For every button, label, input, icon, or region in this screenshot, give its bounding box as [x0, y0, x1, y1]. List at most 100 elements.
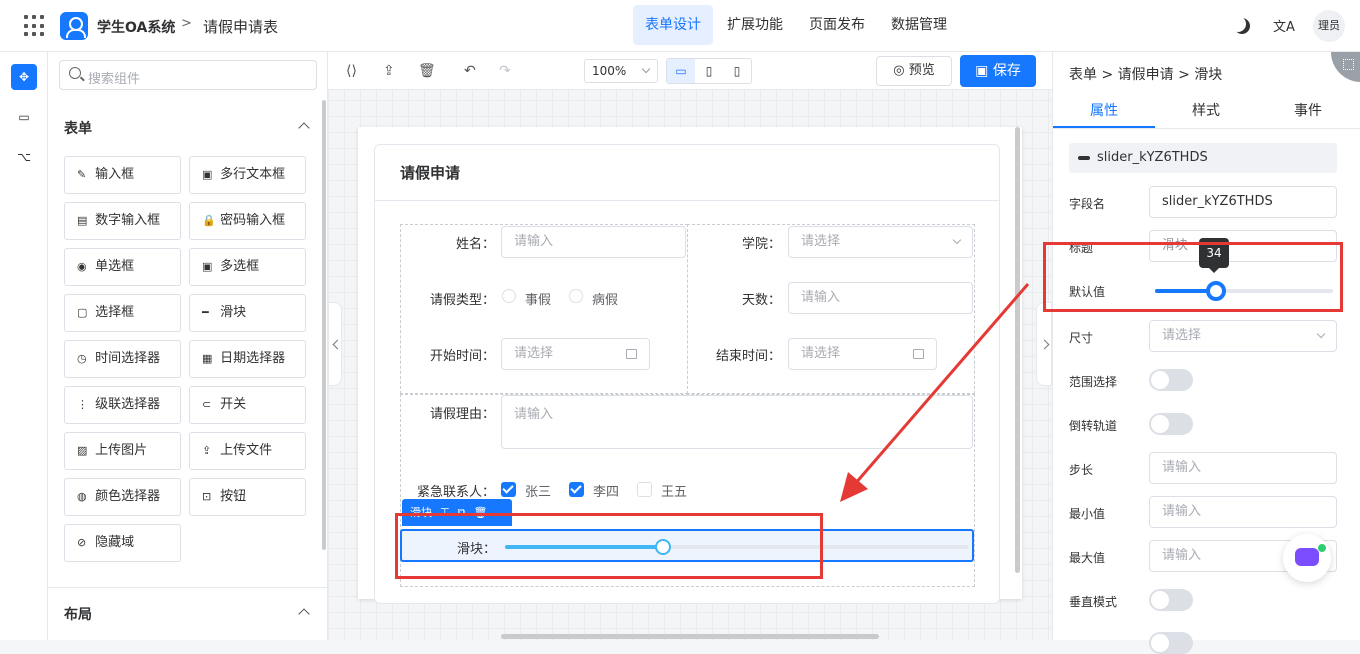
- vertical-toggle[interactable]: [1149, 589, 1193, 611]
- assistant-bot-icon[interactable]: [1283, 534, 1331, 582]
- tab-events[interactable]: 事件: [1257, 100, 1359, 120]
- checkbox-wangwu[interactable]: [637, 482, 652, 497]
- chevron-up-icon[interactable]: [298, 608, 310, 620]
- reason-textarea[interactable]: 请输入: [501, 395, 973, 449]
- palette-scrollbar[interactable]: [322, 100, 326, 550]
- next-toggle[interactable]: [1149, 632, 1193, 654]
- component-date-picker[interactable]: ▦ 日期选择器: [189, 340, 306, 378]
- export-icon[interactable]: ⇪: [383, 63, 395, 79]
- page-title: 请假申请表: [203, 18, 279, 36]
- component-textarea[interactable]: ▣ 多行文本框: [189, 156, 306, 194]
- component-select[interactable]: ▢ 选择框: [64, 294, 181, 332]
- chevron-up-icon[interactable]: [298, 122, 310, 134]
- section-layout-title[interactable]: 布局: [64, 604, 92, 624]
- zoom-select[interactable]: 100%: [584, 59, 658, 83]
- min-input[interactable]: 请输入: [1149, 496, 1337, 528]
- checkbox-zhangsan[interactable]: [501, 482, 516, 497]
- avatar[interactable]: 理员: [1313, 10, 1345, 42]
- college-select[interactable]: 请选择: [788, 226, 973, 258]
- end-date-picker[interactable]: 请选择: [788, 338, 937, 370]
- nav-form-design[interactable]: 表单设计: [633, 5, 713, 45]
- min-label: 最小值: [1069, 507, 1106, 521]
- name-input[interactable]: 请输入: [501, 226, 686, 258]
- code-icon[interactable]: ⟨⟩: [346, 63, 357, 79]
- component-radio[interactable]: ◉ 单选框: [64, 248, 181, 286]
- days-label: 天数：: [741, 293, 781, 308]
- component-switch[interactable]: ⊂ 开关: [189, 386, 306, 424]
- save-button[interactable]: ▣ 保存: [960, 55, 1036, 87]
- props-breadcrumb: 表单 > 请假申请 > 滑块: [1069, 67, 1223, 83]
- mobile-icon[interactable]: ▯: [723, 59, 751, 83]
- component-color-picker[interactable]: ◍ 颜色选择器: [64, 478, 181, 516]
- calendar-icon: [913, 349, 924, 359]
- upload-icon: ⇪: [202, 444, 212, 457]
- component-number[interactable]: ▤ 数字输入框: [64, 202, 181, 240]
- checkbox-wangwu-label: 王五: [661, 485, 688, 500]
- desktop-icon[interactable]: ▭: [667, 59, 695, 83]
- component-upload-file[interactable]: ⇪ 上传文件: [189, 432, 306, 470]
- app-logo: [60, 12, 88, 40]
- component-cascader[interactable]: ⋮ 级联选择器: [64, 386, 181, 424]
- app-grid-icon[interactable]: [24, 15, 46, 37]
- collapse-right-handle[interactable]: [1036, 302, 1052, 386]
- undo-icon[interactable]: ↶: [464, 63, 476, 79]
- range-toggle[interactable]: [1149, 369, 1193, 391]
- start-date-picker[interactable]: 请选择: [501, 338, 650, 370]
- reason-label: 请假理由：: [429, 407, 495, 422]
- component-checkbox[interactable]: ▣ 多选框: [189, 248, 306, 286]
- canvas-hscrollbar[interactable]: [501, 634, 879, 639]
- component-palette: 搜索组件 表单 ✎ 输入框 ▣ 多行文本框 ▤ 数字输入框 🔒 密码输入框 ◉ …: [48, 52, 328, 640]
- component-button[interactable]: ⊡ 按钮: [189, 478, 306, 516]
- vertical-label: 垂直模式: [1069, 595, 1118, 609]
- field-name-label: 字段名: [1069, 197, 1106, 211]
- divider: [48, 587, 328, 588]
- save-icon: ▣: [975, 63, 989, 79]
- divider: [375, 200, 999, 201]
- step-input[interactable]: 请输入: [1149, 452, 1337, 484]
- section-form-title[interactable]: 表单: [64, 118, 92, 138]
- tab-style[interactable]: 样式: [1155, 100, 1257, 120]
- end-time-label: 结束时间：: [715, 349, 781, 364]
- radio-sick[interactable]: [569, 289, 583, 303]
- max-label: 最大值: [1069, 551, 1106, 565]
- component-input[interactable]: ✎ 输入框: [64, 156, 181, 194]
- collapse-left-handle[interactable]: [328, 302, 342, 386]
- translate-icon[interactable]: 文A: [1273, 16, 1295, 35]
- component-password[interactable]: 🔒 密码输入框: [189, 202, 306, 240]
- component-upload-image[interactable]: ▨ 上传图片: [64, 432, 181, 470]
- reverse-toggle[interactable]: [1149, 413, 1193, 435]
- form-scrollbar[interactable]: [1015, 127, 1020, 573]
- days-input[interactable]: 请输入: [788, 282, 973, 314]
- trash-icon[interactable]: 🗑: [418, 63, 436, 79]
- tab-properties[interactable]: 属性: [1053, 100, 1155, 120]
- search-placeholder: 搜索组件: [88, 72, 141, 87]
- component-time-picker[interactable]: ◷ 时间选择器: [64, 340, 181, 378]
- code-icon[interactable]: ▭: [11, 104, 37, 130]
- component-hidden[interactable]: ⊘ 隐藏域: [64, 524, 181, 562]
- switch-icon: ⊂: [202, 398, 212, 411]
- field-name-input[interactable]: slider_kYZ6THDS: [1149, 186, 1337, 218]
- step-label: 步长: [1069, 463, 1094, 477]
- redo-icon[interactable]: ↷: [499, 63, 511, 79]
- properties-panel: 表单 > 请假申请 > 滑块 属性 样式 事件 slider_kYZ6THDS …: [1043, 52, 1360, 654]
- checkbox-lisi[interactable]: [569, 482, 584, 497]
- preview-button[interactable]: ◎ 预览: [876, 56, 952, 86]
- tablet-icon[interactable]: ▯: [695, 59, 723, 83]
- eye-icon: ◎: [893, 63, 905, 78]
- components-icon[interactable]: ✥: [11, 64, 37, 90]
- component-id: slider_kYZ6THDS: [1069, 143, 1337, 173]
- annotation-highlight-slider: [395, 513, 823, 579]
- fullscreen-icon[interactable]: [1331, 52, 1360, 82]
- nav-data[interactable]: 数据管理: [879, 5, 959, 45]
- tree-icon[interactable]: ⌥: [11, 144, 37, 170]
- select-icon: ▢: [77, 306, 88, 319]
- nav-publish[interactable]: 页面发布: [797, 5, 877, 45]
- component-slider[interactable]: ━ 滑块: [189, 294, 306, 332]
- name-label: 姓名：: [455, 237, 495, 252]
- radio-personal[interactable]: [502, 289, 516, 303]
- dark-mode-icon[interactable]: [1234, 18, 1250, 34]
- size-select[interactable]: 请选择: [1149, 320, 1337, 352]
- component-search[interactable]: 搜索组件: [59, 60, 317, 90]
- nav-extensions[interactable]: 扩展功能: [715, 5, 795, 45]
- props-tabs: 属性 样式 事件: [1053, 92, 1360, 129]
